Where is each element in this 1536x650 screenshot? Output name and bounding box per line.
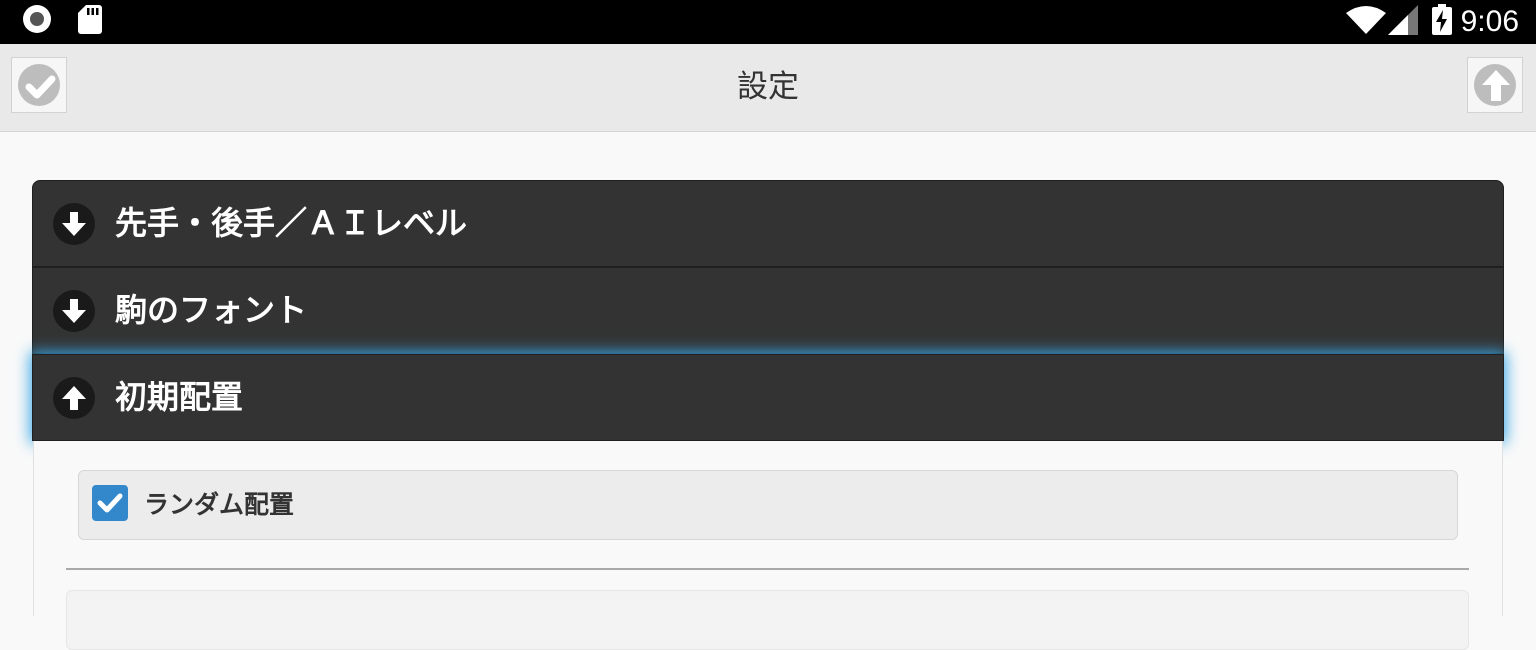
arrow-up-icon (1482, 70, 1510, 101)
battery-charging-icon (1432, 4, 1452, 35)
page-title: 設定 (737, 69, 799, 105)
section-player-ai-level[interactable]: 先手・後手／ＡＩレベル (32, 180, 1504, 267)
scroll-top-button[interactable] (1467, 57, 1523, 113)
header-bar: 設定 (0, 44, 1536, 132)
clock: 9:06 (1460, 5, 1519, 38)
checkbox[interactable] (92, 485, 128, 521)
checkbox-label: ランダム配置 (144, 490, 295, 519)
divider (66, 568, 1469, 570)
arrow-down-icon (62, 212, 86, 236)
check-icon (97, 493, 123, 513)
random-placement-checkbox[interactable]: ランダム配置 (78, 470, 1458, 540)
section-title: 駒のフォント (115, 291, 308, 329)
wifi-icon (1346, 6, 1386, 34)
confirm-button[interactable] (11, 57, 67, 113)
check-icon (25, 75, 56, 99)
status-bar: 9:06 (0, 0, 1536, 44)
next-option-row[interactable] (66, 590, 1469, 650)
arrow-up-icon (62, 386, 86, 410)
section-piece-font[interactable]: 駒のフォント (32, 267, 1504, 354)
sd-card-icon (78, 5, 102, 34)
section-title: 先手・後手／ＡＩレベル (115, 204, 468, 242)
signal-icon (1388, 5, 1418, 35)
section-initial-placement[interactable]: 初期配置 (32, 354, 1504, 441)
section-title: 初期配置 (115, 378, 244, 416)
arrow-down-icon (62, 299, 86, 323)
record-icon (23, 5, 51, 33)
